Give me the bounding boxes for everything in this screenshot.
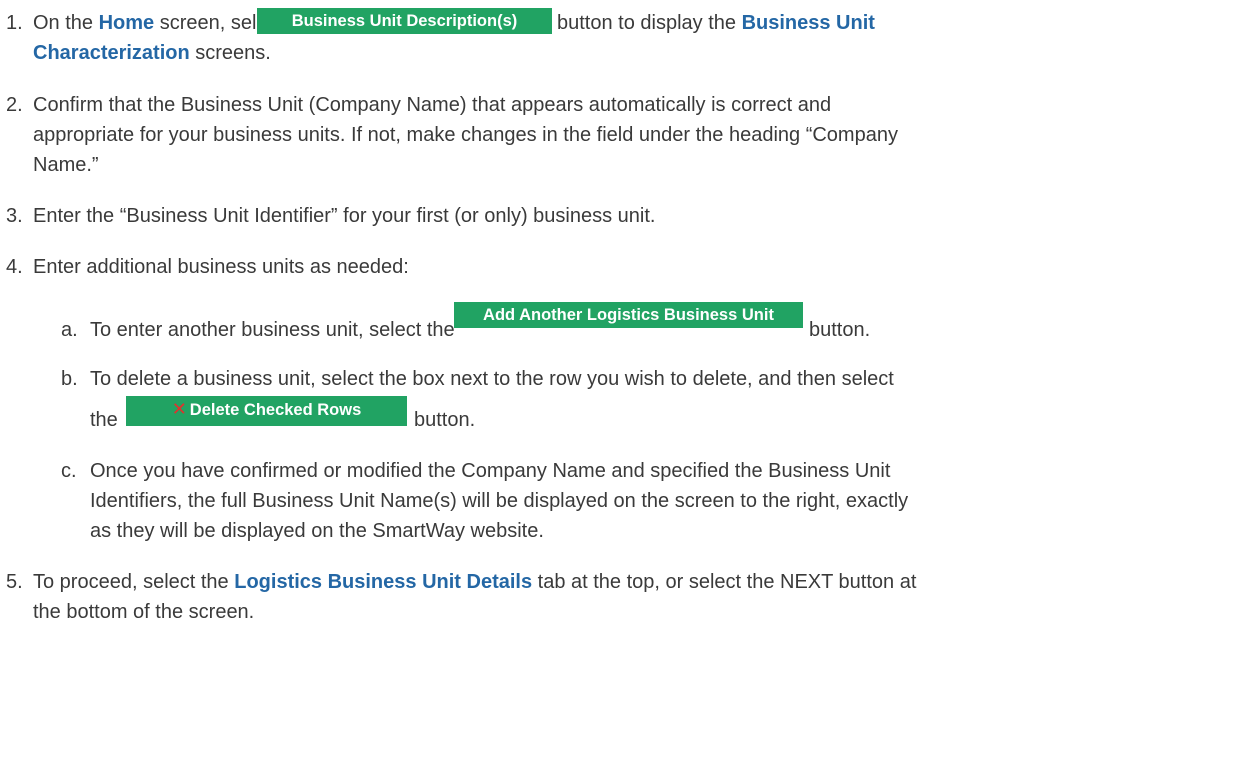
step-1-business-unit: Business Unit bbox=[741, 12, 875, 34]
step-4b-letter: b. bbox=[61, 368, 78, 390]
step-3-number: 3. bbox=[6, 205, 23, 227]
step-4c-letter: c. bbox=[61, 460, 77, 482]
step-5-pre: To proceed, select the bbox=[33, 571, 235, 593]
step-4b-the: the bbox=[90, 409, 118, 431]
delete-x-icon: ✕ bbox=[171, 399, 187, 419]
step-1-line-1-cont: button to display the Business Unit bbox=[557, 8, 875, 38]
step-1-number: 1. bbox=[6, 12, 23, 34]
step-4-number: 4. bbox=[6, 256, 23, 278]
step-4a-pre: To enter another business unit, select t… bbox=[90, 319, 455, 341]
step-4-text: Enter additional business units as neede… bbox=[33, 256, 409, 278]
step-5-post: tab at the top, or select the NEXT butto… bbox=[532, 571, 917, 593]
step-4c-line-1: Once you have confirmed or modified the … bbox=[90, 460, 891, 482]
step-2-number: 2. bbox=[6, 94, 23, 116]
step-1-home-link: Home bbox=[98, 12, 155, 34]
business-unit-description-button[interactable]: Business Unit Description(s) bbox=[257, 8, 552, 34]
step-4a-post: button. bbox=[809, 319, 871, 341]
step-1-characterization: Characterization bbox=[33, 42, 190, 64]
step-3-text: Enter the “Business Unit Identifier” for… bbox=[33, 205, 656, 227]
step-4b-post: button. bbox=[414, 409, 476, 431]
delete-checked-rows-label: Delete Checked Rows bbox=[189, 401, 362, 419]
step-1-post: button to display the bbox=[557, 12, 742, 34]
add-business-unit-button[interactable]: Add Another Logistics Business Unit bbox=[454, 302, 803, 328]
step-1-end: screens. bbox=[189, 42, 271, 64]
step-4c-line-2: Identifiers, the full Business Unit Name… bbox=[90, 490, 909, 512]
step-2-line-2: appropriate for your business units. If … bbox=[33, 124, 898, 146]
delete-checked-rows-button[interactable]: ✕ Delete Checked Rows bbox=[126, 396, 407, 426]
step-4b-line-1: To delete a business unit, select the bo… bbox=[90, 368, 894, 390]
logistics-business-unit-details-tab-ref: Logistics Business Unit Details bbox=[234, 571, 533, 593]
step-2-line-1: Confirm that the Business Unit (Company … bbox=[33, 94, 832, 116]
step-5-number: 5. bbox=[6, 571, 23, 593]
step-2-line-3: Name.” bbox=[33, 154, 99, 176]
step-5-line-2: the bottom of the screen. bbox=[33, 601, 255, 623]
instructions-document: 1. On the Home screen, select the Busine… bbox=[0, 0, 1247, 777]
step-1-line-2: Characterization screens. bbox=[33, 38, 271, 68]
step-1-pre: On the bbox=[33, 12, 99, 34]
step-4a-letter: a. bbox=[61, 319, 78, 341]
step-5-line-1: To proceed, select the Logistics Busines… bbox=[33, 567, 916, 597]
step-4c-line-3: as they will be displayed on the SmartWa… bbox=[90, 520, 544, 542]
